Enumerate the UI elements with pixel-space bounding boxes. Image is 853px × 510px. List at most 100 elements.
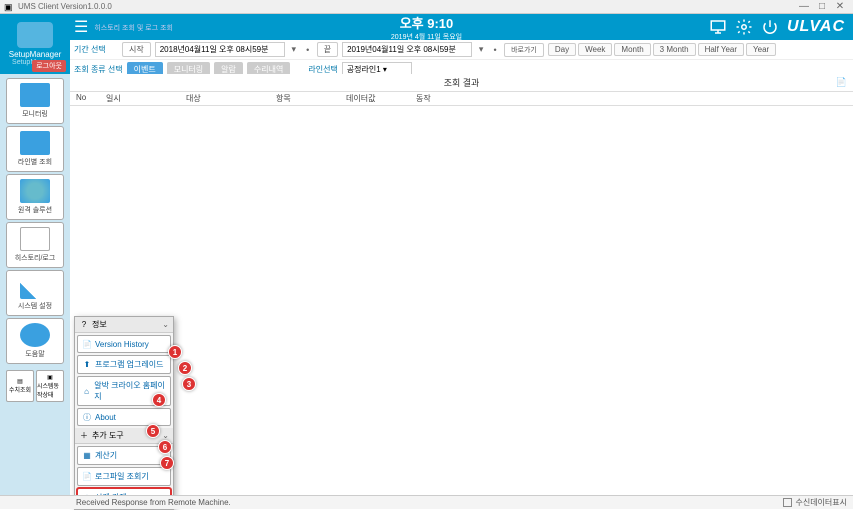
- user-block: SetupManager SetupManager 로그아웃: [0, 14, 70, 74]
- minimize-button[interactable]: —: [795, 1, 813, 12]
- period-label: 기간 선택: [74, 44, 118, 55]
- home-icon: ⌂: [82, 386, 91, 396]
- breadcrumb-sub: 히스토리 조회 및 로그 조회: [94, 25, 173, 32]
- mini-label: 시스템동작상태: [37, 381, 63, 399]
- sidebar-mini-numeric[interactable]: ▤수치조회: [6, 370, 34, 402]
- main-area: 조회 결과 📄 No 일시 대상 항목 데이터값 동작: [70, 74, 853, 495]
- callout-5: 5: [146, 424, 160, 438]
- globe-icon: [20, 179, 50, 203]
- popup-item-label: 로그파일 조회기: [95, 471, 149, 482]
- breadcrumb: 히스토리/로그 히스토리 조회 및 로그 조회: [94, 22, 173, 33]
- popup-item-label: About: [95, 413, 116, 422]
- window-title: UMS Client Version1.0.0.0: [18, 2, 795, 11]
- sidebar: 모니터링 라인별 조회 원격 솔루션 히스토리/로그 시스템 설정 도움말 ▤수…: [0, 74, 70, 495]
- popup-item-label: 프로그램 업그레이드: [95, 359, 163, 370]
- status-right: 수신데이터표시: [783, 497, 847, 508]
- upgrade-icon: ⬆: [82, 360, 92, 370]
- range-3month[interactable]: 3 Month: [653, 43, 696, 56]
- popup-item-label: Version History: [95, 340, 149, 349]
- end-label: 끝: [317, 42, 338, 57]
- col-target: 대상: [180, 92, 270, 105]
- end-dropdown-icon[interactable]: •: [490, 45, 500, 55]
- pc-icon: ▣: [47, 374, 53, 381]
- collapse-icon[interactable]: ⌄: [162, 320, 169, 329]
- sheet-icon: [20, 227, 50, 251]
- result-title-bar: 조회 결과 📄: [70, 74, 853, 92]
- range-month[interactable]: Month: [614, 43, 650, 56]
- start-calendar-icon[interactable]: ▾: [289, 44, 299, 55]
- callout-7: 7: [160, 456, 174, 470]
- clock-date: 2019년 4월 11일 목요일: [391, 32, 462, 42]
- sidebar-item-history[interactable]: 히스토리/로그: [6, 222, 64, 268]
- maximize-button[interactable]: □: [813, 1, 831, 12]
- app-header: SetupManager SetupManager 로그아웃 ☰ 히스토리/로그…: [0, 14, 853, 40]
- col-no: No: [70, 92, 100, 105]
- brand-logo: ULVAC: [787, 18, 845, 36]
- sidebar-label: 히스토리/로그: [15, 253, 56, 263]
- range-year[interactable]: Year: [746, 43, 776, 56]
- sidebar-item-monitoring[interactable]: 모니터링: [6, 78, 64, 124]
- start-datetime[interactable]: 2018년04월11일 오후 08시59분: [155, 42, 285, 57]
- col-value: 데이터값: [340, 92, 410, 105]
- popup-head-label: 추가 도구: [92, 430, 124, 441]
- toolbar-row-period: 기간 선택 시작 2018년04월11일 오후 08시59분 ▾ • 끝 201…: [70, 40, 853, 60]
- popup-item-calculator[interactable]: ▦계산기: [77, 446, 171, 465]
- callout-4: 4: [152, 393, 166, 407]
- sidebar-label: 도움말: [25, 349, 44, 359]
- export-icon[interactable]: 📄: [836, 77, 847, 88]
- close-button[interactable]: ✕: [831, 1, 849, 12]
- callout-1: 1: [168, 345, 182, 359]
- popup-item-version-history[interactable]: 📄Version History: [77, 335, 171, 353]
- receive-checkbox[interactable]: [783, 498, 792, 507]
- clock-time: 오후 9:10: [391, 13, 462, 32]
- start-dropdown-icon[interactable]: •: [303, 45, 313, 55]
- sidebar-item-remote[interactable]: 원격 솔루션: [6, 174, 64, 220]
- sidebar-item-help[interactable]: 도움말: [6, 318, 64, 364]
- help-icon: [20, 323, 50, 347]
- menu-icon[interactable]: ☰: [74, 17, 88, 37]
- grid-icon: ▤: [17, 378, 23, 385]
- range-day[interactable]: Day: [548, 43, 576, 56]
- range-week[interactable]: Week: [578, 43, 612, 56]
- grid-header: No 일시 대상 항목 데이터값 동작: [70, 92, 853, 106]
- popup-item-about[interactable]: ⓘAbout: [77, 408, 171, 426]
- user-avatar-icon: [17, 22, 53, 48]
- end-calendar-icon[interactable]: ▾: [476, 44, 486, 55]
- sidebar-item-settings[interactable]: 시스템 설정: [6, 270, 64, 316]
- range-halfyear[interactable]: Half Year: [698, 43, 744, 56]
- status-right-label: 수신데이터표시: [795, 497, 847, 508]
- logout-button[interactable]: 로그아웃: [32, 60, 66, 72]
- sidebar-label: 원격 솔루션: [18, 205, 52, 215]
- sidebar-label: 라인별 조회: [18, 157, 52, 167]
- sidebar-mini-status[interactable]: ▣시스템동작상태: [36, 370, 64, 402]
- popup-item-logviewer[interactable]: 📄로그파일 조회기: [77, 467, 171, 486]
- header-right: ULVAC: [709, 18, 853, 36]
- user-title: SetupManager: [9, 50, 61, 59]
- sidebar-label: 시스템 설정: [18, 301, 52, 311]
- calc-icon: ▦: [82, 451, 92, 461]
- settings-icon[interactable]: [735, 18, 753, 36]
- collapse-icon[interactable]: ⌄: [162, 431, 169, 440]
- popup-item-label: 계산기: [95, 450, 117, 461]
- col-item: 항목: [270, 92, 340, 105]
- end-datetime[interactable]: 2019년04월11일 오후 08시59분: [342, 42, 472, 57]
- power-icon[interactable]: [761, 18, 779, 36]
- sidebar-bottom: ▤수치조회 ▣시스템동작상태: [6, 370, 64, 402]
- nodes-icon: [20, 131, 50, 155]
- statusbar: Received Response from Remote Machine. 수…: [0, 495, 853, 509]
- line-value: 공정라인1: [347, 65, 381, 74]
- plus-icon: ＋: [79, 431, 89, 441]
- mini-label: 수치조회: [9, 385, 31, 394]
- callout-2: 2: [178, 361, 192, 375]
- sidebar-item-line[interactable]: 라인별 조회: [6, 126, 64, 172]
- popup-item-upgrade[interactable]: ⬆프로그램 업그레이드: [77, 355, 171, 374]
- monitor-icon[interactable]: [709, 18, 727, 36]
- sidebar-label: 모니터링: [22, 109, 48, 119]
- go-button[interactable]: 바로가기: [504, 43, 544, 57]
- callout-6: 6: [158, 440, 172, 454]
- chevron-down-icon: ▾: [383, 65, 387, 74]
- question-icon: ?: [79, 320, 89, 330]
- col-date: 일시: [100, 92, 180, 105]
- app-icon: ▣: [4, 2, 14, 12]
- popup-head-info[interactable]: ? 정보 ⌄: [75, 317, 173, 333]
